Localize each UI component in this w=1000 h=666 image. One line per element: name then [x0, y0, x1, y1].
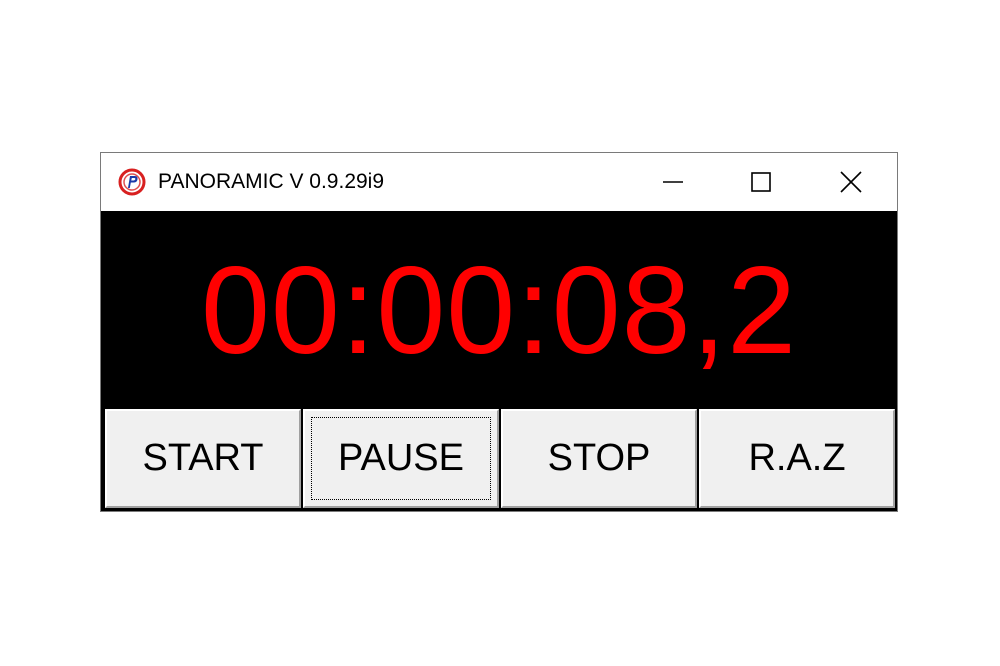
pause-button[interactable]: PAUSE — [303, 409, 499, 508]
title-bar[interactable]: PANORAMIC V 0.9.29i9 — [101, 153, 897, 211]
time-display: 00:00:08,2 — [101, 211, 897, 407]
maximize-button[interactable] — [717, 153, 805, 211]
window-title: PANORAMIC V 0.9.29i9 — [158, 170, 385, 193]
stop-button[interactable]: STOP — [501, 409, 697, 508]
chronometer-window: PANORAMIC V 0.9.29i9 00:00:08,2 START PA… — [100, 152, 898, 512]
reset-button-label: R.A.Z — [748, 437, 846, 479]
stop-button-label: STOP — [547, 437, 651, 479]
start-button[interactable]: START — [105, 409, 301, 508]
maximize-icon — [750, 171, 772, 193]
close-button[interactable] — [807, 153, 895, 211]
pause-button-label: PAUSE — [337, 437, 464, 479]
start-button-label: START — [142, 437, 264, 479]
reset-button[interactable]: R.A.Z — [699, 409, 895, 508]
minimize-button[interactable] — [629, 153, 717, 211]
minimize-icon — [662, 171, 684, 193]
elapsed-time: 00:00:08,2 — [200, 242, 798, 380]
control-buttons: START PAUSE STOP R.A.Z — [105, 409, 895, 508]
panoramic-logo-icon — [118, 168, 146, 196]
close-icon — [840, 171, 862, 193]
